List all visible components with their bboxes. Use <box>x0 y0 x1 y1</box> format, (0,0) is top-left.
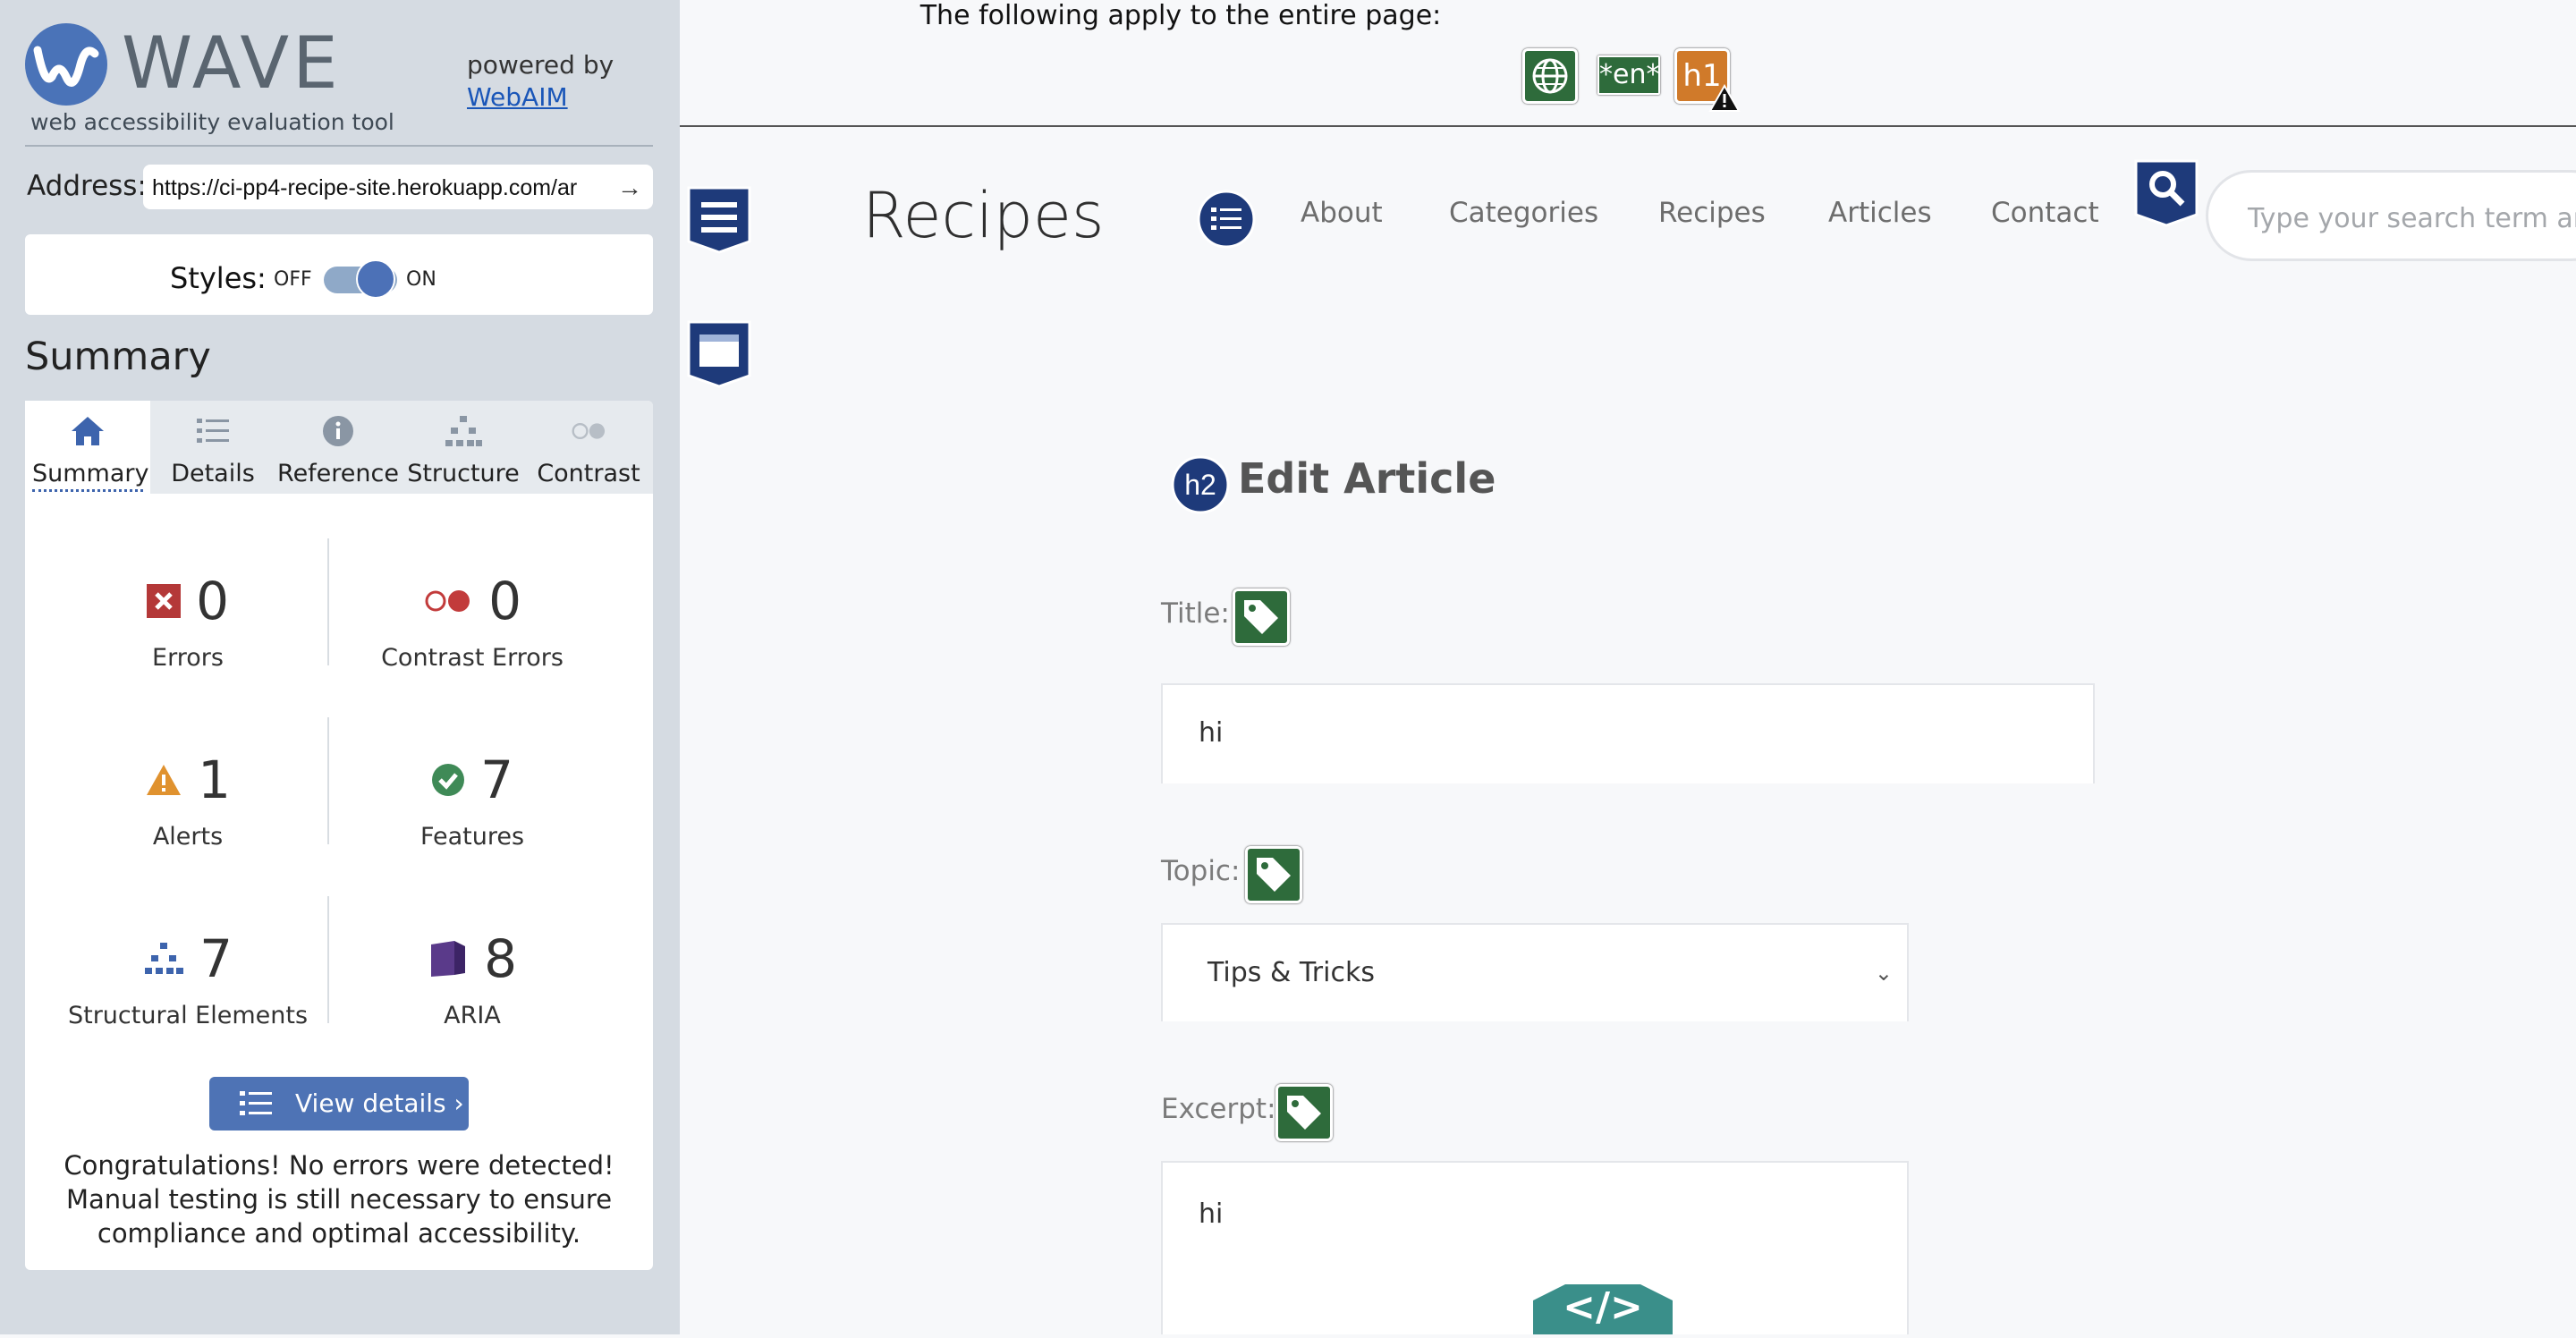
tab-reference[interactable]: Reference <box>275 401 401 494</box>
styles-off-label: OFF <box>274 268 312 291</box>
label-tag-icon[interactable] <box>1245 846 1302 903</box>
features-stat[interactable]: 7 Features <box>338 749 606 851</box>
divider <box>327 717 329 844</box>
webaim-link[interactable]: WebAIM <box>467 82 568 112</box>
powered-by-label: powered by <box>467 50 614 80</box>
view-details-button[interactable]: View details › <box>209 1077 469 1131</box>
tab-summary[interactable]: Summary <box>25 401 150 494</box>
search-landmark-icon[interactable] <box>2134 159 2199 231</box>
features-label: Features <box>419 823 525 851</box>
info-icon <box>323 416 353 446</box>
topic-select[interactable]: Tips & Tricks ⌄ <box>1161 923 1909 1021</box>
aria-icon <box>431 941 465 977</box>
tab-bar: Summary Details Reference Structure Cont… <box>25 401 653 494</box>
hierarchy-icon <box>445 416 482 446</box>
tab-label: Contrast <box>537 460 640 487</box>
main-landmark-icon[interactable] <box>687 320 751 392</box>
topic-label: Topic: <box>1161 855 1241 887</box>
form-heading: Edit Article <box>1238 454 1496 503</box>
tab-contrast[interactable]: Contrast <box>526 401 651 494</box>
code-element-icon[interactable]: </> <box>1521 1281 1685 1334</box>
label-tag-icon[interactable] <box>1275 1084 1333 1141</box>
warning-icon <box>1708 84 1741 112</box>
structural-elements-stat[interactable]: 7 Structural Elements <box>54 928 322 1029</box>
page-level-icons-bar: The following apply to the entire page: … <box>680 0 2576 127</box>
tab-label: Structure <box>407 460 520 487</box>
search-placeholder: Type your search term and <box>2248 203 2576 234</box>
alerts-count: 1 <box>198 749 231 810</box>
go-arrow-icon[interactable]: → <box>617 174 642 202</box>
tab-label: Summary <box>32 460 148 492</box>
contrast-errors-stat[interactable]: 0 Contrast Errors <box>338 571 606 672</box>
summary-panel: Summary Details Reference Structure Cont… <box>25 401 653 1270</box>
address-value: https://ci-pp4-recipe-site.herokuapp.com… <box>152 175 578 200</box>
error-icon <box>147 584 181 618</box>
home-icon <box>72 417 104 445</box>
nav-list-icon[interactable] <box>1197 190 1256 252</box>
view-details-label: View details › <box>295 1088 464 1118</box>
language-globe-icon[interactable] <box>1522 48 1578 104</box>
topic-value: Tips & Tricks <box>1208 957 1375 988</box>
styles-toggle-knob[interactable] <box>356 259 395 299</box>
alerts-label: Alerts <box>152 823 224 851</box>
divider <box>327 896 329 1023</box>
contrast-errors-label: Contrast Errors <box>381 644 564 672</box>
contrast-errors-count: 0 <box>488 571 521 631</box>
structure-icon <box>145 943 183 974</box>
nav-about[interactable]: About <box>1301 197 1383 229</box>
alert-icon <box>147 765 181 795</box>
divider <box>25 145 653 147</box>
tab-details[interactable]: Details <box>150 401 275 494</box>
styles-toggle-panel: Styles: OFF ON <box>25 234 653 315</box>
page-apply-text: The following apply to the entire page: <box>919 0 1442 31</box>
errors-count: 0 <box>196 571 229 631</box>
errors-stat[interactable]: 0 Errors <box>54 571 322 672</box>
chevron-down-icon: ⌄ <box>1874 961 1893 986</box>
tab-label: Reference <box>277 460 399 487</box>
nav-articles[interactable]: Articles <box>1828 197 1932 229</box>
summary-heading: Summary <box>25 334 211 379</box>
site-title[interactable]: Recipes <box>862 179 1104 252</box>
styles-on-label: ON <box>406 268 436 291</box>
title-label: Title: <box>1161 597 1230 630</box>
nav-categories[interactable]: Categories <box>1449 197 1598 229</box>
feature-check-icon <box>432 764 464 796</box>
address-input[interactable]: https://ci-pp4-recipe-site.herokuapp.com… <box>143 165 653 209</box>
contrast-icon <box>572 422 606 440</box>
site-search-input[interactable]: Type your search term and <box>2206 170 2576 261</box>
features-count: 7 <box>480 749 513 810</box>
wave-sidebar: WAVE web accessibility evaluation tool p… <box>0 0 680 1334</box>
tab-label: Details <box>171 460 255 487</box>
title-input[interactable]: hi <box>1161 683 2095 783</box>
congratulations-message: Congratulations! No errors were detected… <box>64 1150 614 1249</box>
nav-recipes[interactable]: Recipes <box>1658 197 1766 229</box>
wave-logo-icon <box>25 23 107 106</box>
header-landmark-icon[interactable] <box>687 186 751 258</box>
alerts-stat[interactable]: 1 Alerts <box>54 749 322 851</box>
excerpt-value: hi <box>1199 1198 1224 1230</box>
aria-label: ARIA <box>444 1002 501 1029</box>
aria-count: 8 <box>484 928 517 989</box>
wave-subtitle: web accessibility evaluation tool <box>30 109 394 135</box>
h2-heading-icon[interactable]: h2 <box>1170 454 1231 519</box>
address-label: Address: <box>27 170 147 202</box>
errors-label: Errors <box>152 644 224 672</box>
structural-label: Structural Elements <box>67 1002 309 1029</box>
language-badge[interactable]: *en* <box>1597 55 1660 95</box>
nav-contact[interactable]: Contact <box>1991 197 2099 229</box>
title-value: hi <box>1199 717 1224 749</box>
structural-count: 7 <box>199 928 233 989</box>
list-icon <box>240 1091 272 1115</box>
divider <box>327 538 329 665</box>
contrast-error-icon <box>425 590 470 612</box>
aria-stat[interactable]: 8 ARIA <box>338 928 606 1029</box>
h2-badge-label: h2 <box>1184 469 1216 501</box>
wave-logo-text: WAVE <box>122 21 342 105</box>
excerpt-label: Excerpt: <box>1161 1093 1276 1125</box>
list-icon <box>197 419 229 443</box>
label-tag-icon[interactable] <box>1233 589 1290 646</box>
tab-structure[interactable]: Structure <box>401 401 526 494</box>
code-badge-label: </> <box>1563 1284 1643 1330</box>
styles-label: Styles: <box>170 261 267 295</box>
